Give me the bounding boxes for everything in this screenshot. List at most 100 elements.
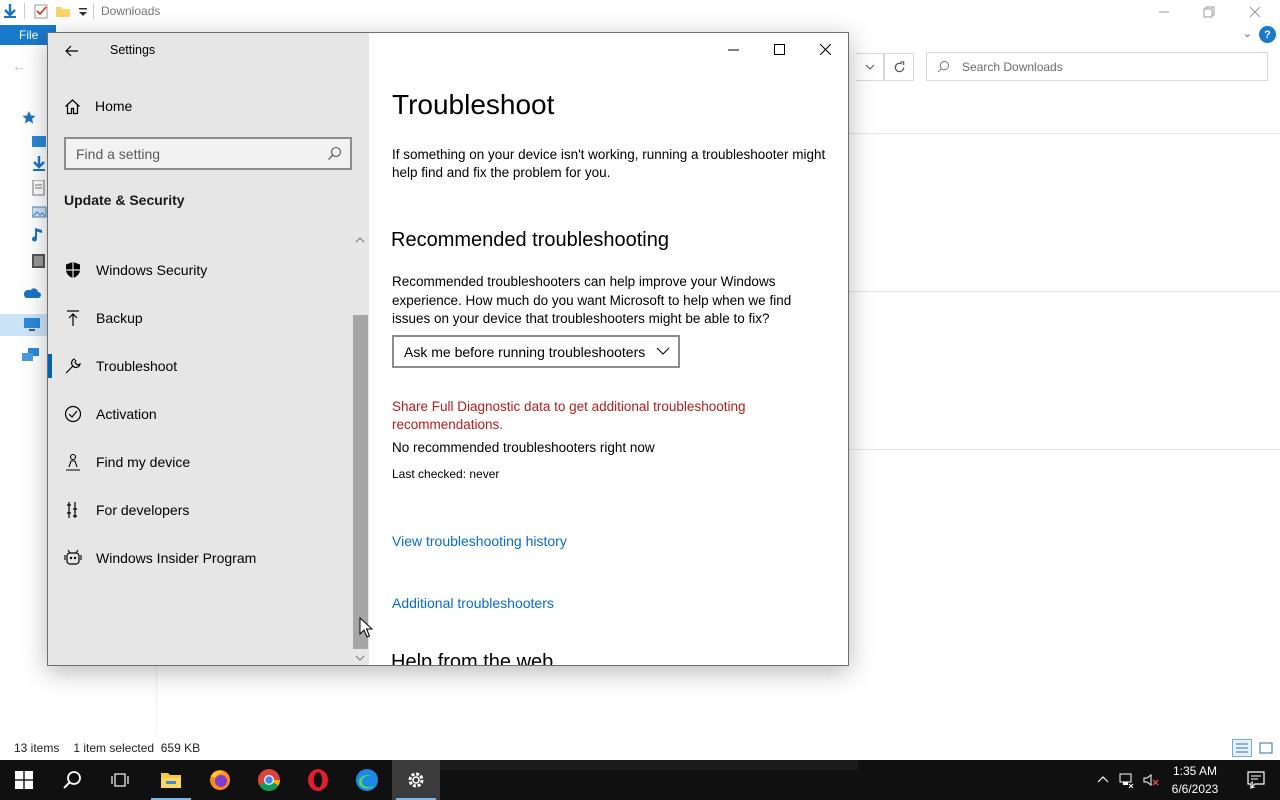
- sidebar-item-label: Troubleshoot: [96, 358, 178, 374]
- close-button[interactable]: [802, 33, 848, 65]
- sidebar-item-backup[interactable]: Backup: [48, 298, 353, 338]
- last-checked-text: Last checked: never: [392, 467, 500, 481]
- dropdown-value: Ask me before running troubleshooters: [404, 343, 646, 360]
- home-nav-item[interactable]: Home: [48, 89, 369, 123]
- back-button[interactable]: [56, 36, 88, 66]
- explorer-title: Downloads: [101, 4, 161, 18]
- chevron-down-icon: [865, 64, 874, 70]
- divider: [849, 449, 1280, 450]
- find-setting-input[interactable]: Find a setting: [64, 137, 352, 170]
- start-button[interactable]: [0, 760, 48, 800]
- sidebar-item-label: Activation: [96, 406, 157, 422]
- sidebar-item-find-my-device[interactable]: Find my device: [48, 442, 353, 482]
- taskbar-file-explorer[interactable]: [147, 760, 195, 800]
- task-view-icon: [111, 773, 129, 787]
- notification-count: 1: [1250, 780, 1256, 790]
- refresh-button[interactable]: [884, 53, 914, 81]
- new-folder-icon[interactable]: [55, 3, 71, 19]
- status-selection: 1 item selected 659 KB: [73, 741, 201, 755]
- sidebar-item-label: Find my device: [96, 454, 191, 470]
- customize-qa-icon[interactable]: [76, 3, 92, 19]
- sidebar-item-label: For developers: [96, 502, 190, 518]
- quick-access-star-icon[interactable]: [22, 110, 42, 126]
- taskbar: 1:35 AM 6/6/2023 1: [0, 760, 1280, 800]
- sidebar-item-activation[interactable]: Activation: [48, 394, 353, 434]
- download-arrow-icon[interactable]: [2, 3, 18, 19]
- close-icon: [1249, 6, 1261, 17]
- developer-icon: [67, 502, 77, 518]
- settings-window: Settings Home Find a setting Update & Se…: [47, 32, 849, 666]
- taskbar-search-button[interactable]: [48, 760, 96, 800]
- taskbar-chrome[interactable]: [245, 760, 293, 800]
- ribbon-expand-icon[interactable]: ⌄: [1243, 27, 1252, 40]
- large-icons-view-button[interactable]: [1256, 739, 1276, 757]
- explorer-restore-button[interactable]: [1186, 0, 1232, 23]
- settings-content: Troubleshoot If something on your device…: [369, 33, 848, 665]
- network-icon[interactable]: [22, 348, 42, 364]
- mouse-cursor-icon: [359, 617, 373, 638]
- volume-muted-icon[interactable]: [1143, 772, 1159, 788]
- help-from-web-heading: Help from the web: [391, 651, 554, 665]
- sidebar-item-windows-insider-program[interactable]: Windows Insider Program: [48, 538, 353, 578]
- taskbar-opera[interactable]: [294, 760, 342, 800]
- recommended-troubleshooting-dropdown[interactable]: Ask me before running troubleshooters: [392, 335, 680, 368]
- additional-troubleshooters-link[interactable]: Additional troubleshooters: [392, 595, 554, 611]
- window-controls: [710, 33, 848, 65]
- view-troubleshooting-history-link[interactable]: View troubleshooting history: [392, 533, 567, 549]
- intro-text: If something on your device isn't workin…: [392, 147, 826, 180]
- search-icon: [937, 60, 950, 73]
- explorer-titlebar: Downloads: [0, 0, 1280, 23]
- person-location-icon: [66, 453, 80, 471]
- clock-date[interactable]: 6/6/2023: [1160, 781, 1230, 797]
- divider: [849, 133, 1280, 134]
- divider: [156, 665, 157, 735]
- taskbar-firefox[interactable]: [196, 760, 244, 800]
- qa-divider: [24, 3, 25, 19]
- file-explorer-icon: [161, 773, 181, 788]
- large-icons-view-icon: [1259, 742, 1273, 754]
- sidebar-item-troubleshoot[interactable]: Troubleshoot: [48, 346, 353, 386]
- onedrive-icon[interactable]: [22, 285, 42, 301]
- taskbar-edge[interactable]: [343, 760, 391, 800]
- details-view-icon: [1236, 743, 1248, 753]
- taskbar-settings[interactable]: [392, 760, 440, 800]
- explorer-status-bar: 13 items 1 item selected 659 KB: [14, 741, 200, 755]
- task-view-button[interactable]: [96, 760, 144, 800]
- scroll-down-chevron-icon[interactable]: [354, 653, 366, 663]
- divider: [849, 291, 1280, 292]
- wrench-icon: [65, 358, 81, 374]
- sidebar-item-label: Windows Insider Program: [96, 550, 257, 566]
- maximize-button[interactable]: [756, 33, 802, 65]
- backup-icon: [67, 310, 79, 326]
- sidebar-scrollbar-thumb[interactable]: [353, 315, 368, 649]
- explorer-search-placeholder: Search Downloads: [962, 59, 1063, 74]
- explorer-close-button[interactable]: [1232, 0, 1278, 23]
- clock-time[interactable]: 1:35 AM: [1160, 763, 1230, 779]
- sidebar-item-for-developers[interactable]: For developers: [48, 490, 353, 530]
- find-setting-placeholder: Find a setting: [76, 145, 161, 162]
- chevron-down-icon: [656, 347, 670, 355]
- selection-indicator: [48, 354, 52, 378]
- network-tray-icon[interactable]: [1119, 772, 1135, 788]
- back-arrow-icon[interactable]: ←: [12, 58, 26, 74]
- sidebar-item-windows-security[interactable]: Windows Security: [48, 250, 353, 290]
- settings-sidebar: Settings Home Find a setting Update & Se…: [48, 33, 369, 665]
- refresh-icon: [894, 60, 904, 72]
- minimize-button[interactable]: [710, 33, 756, 65]
- opera-icon: [308, 769, 328, 791]
- view-toggle: [1232, 739, 1276, 757]
- explorer-search-box[interactable]: Search Downloads: [926, 52, 1268, 81]
- action-center-button[interactable]: [1232, 760, 1280, 800]
- start-icon: [15, 771, 33, 789]
- qa-divider: [93, 3, 94, 19]
- check-circle-icon: [64, 405, 82, 423]
- details-view-button[interactable]: [1232, 739, 1252, 757]
- help-button[interactable]: ?: [1259, 26, 1276, 43]
- show-hidden-icons-chevron-icon[interactable]: [1095, 772, 1111, 788]
- share-diagnostic-data-link[interactable]: Share Full Diagnostic data to get additi…: [392, 398, 812, 434]
- minimize-icon: [727, 49, 739, 50]
- address-history-dropdown[interactable]: [856, 53, 884, 81]
- properties-icon[interactable]: [33, 3, 49, 19]
- taskbar-preview-strip: [440, 760, 858, 770]
- explorer-minimize-button[interactable]: [1141, 0, 1187, 23]
